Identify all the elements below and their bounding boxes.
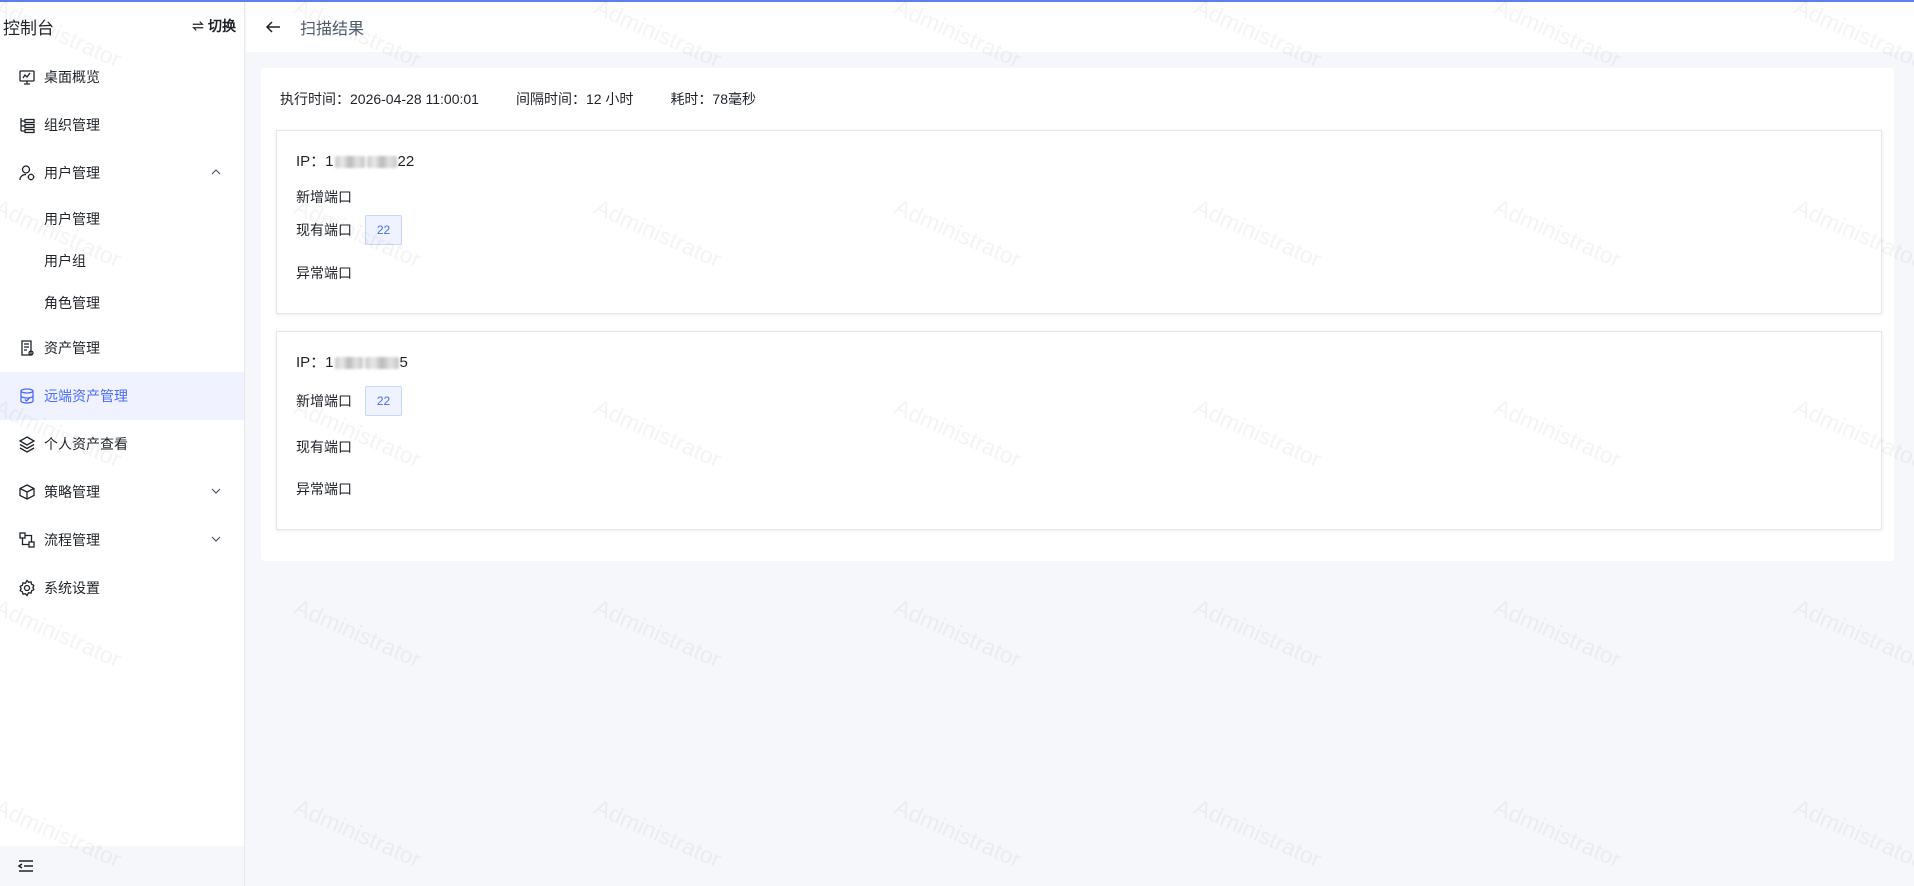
- new-ports-row: 新增端口 22: [296, 386, 402, 416]
- sidebar-item-asset-management[interactable]: 资产管理: [0, 324, 244, 372]
- abnormal-ports-row: 异常端口: [296, 479, 352, 499]
- redacted-ip: [364, 357, 399, 370]
- cube-icon: [17, 483, 36, 502]
- new-ports-row: 新增端口: [296, 187, 352, 207]
- monitor-icon: [17, 68, 36, 87]
- sidebar-item-label: 远端资产管理: [44, 388, 128, 404]
- page-title: 扫描结果: [300, 21, 365, 38]
- sidebar-item-personal-assets[interactable]: 个人资产查看: [0, 420, 244, 468]
- host-ip: IP：1 22: [296, 150, 414, 171]
- abnormal-ports-row: 异常端口: [296, 263, 352, 283]
- sidebar-item-label: 组织管理: [44, 117, 100, 133]
- watermark-text: Administrator: [1490, 593, 1626, 673]
- existing-ports-row: 现有端口 22: [296, 215, 402, 245]
- sidebar-subitem-user-management[interactable]: 用户管理: [0, 198, 244, 240]
- watermark-text: Administrator: [1190, 793, 1326, 873]
- sidebar-item-remote-asset-management[interactable]: 远端资产管理: [0, 372, 244, 420]
- redacted-ip: [334, 156, 365, 169]
- sidebar-footer: [0, 846, 244, 886]
- switch-label: 切换: [208, 18, 236, 34]
- sidebar-item-user-management[interactable]: 用户管理: [0, 149, 244, 197]
- sidebar-item-system-settings[interactable]: 系统设置: [0, 564, 244, 612]
- redacted-ip: [334, 357, 363, 370]
- switch-arrows-icon: [192, 21, 204, 31]
- back-arrow-icon[interactable]: [264, 18, 282, 36]
- sidebar-subitem-label: 用户组: [44, 253, 86, 269]
- interval-time: 间隔时间：12 小时: [515, 91, 634, 107]
- watermark-text: Administrator: [1190, 593, 1326, 673]
- asset-doc-icon: [17, 339, 36, 358]
- page-header: 扫描结果: [246, 2, 1914, 52]
- existing-ports-label: 现有端口: [296, 439, 352, 455]
- chevron-down-icon: [211, 488, 221, 494]
- existing-ports-label: 现有端口: [296, 222, 352, 238]
- watermark-text: Administrator: [1790, 793, 1914, 873]
- redacted-ip: [366, 156, 397, 169]
- sidebar-item-policy-management[interactable]: 策略管理: [0, 468, 244, 516]
- ip-suffix: 5: [399, 354, 408, 371]
- watermark-text: Administrator: [590, 593, 726, 673]
- chevron-up-icon: [211, 169, 221, 175]
- port-tag: 22: [365, 215, 402, 245]
- sidebar-item-label: 系统设置: [44, 580, 100, 596]
- existing-ports-row: 现有端口: [296, 437, 352, 457]
- host-ip: IP：1 5: [296, 351, 408, 372]
- sidebar: 控制台 切换 桌面概览 组织管理 用户管理 用户管理 用户组 角色管理 资产管理…: [0, 2, 245, 886]
- sidebar-item-label: 个人资产查看: [44, 436, 128, 452]
- ip-suffix: 22: [397, 153, 415, 170]
- abnormal-ports-label: 异常端口: [296, 265, 352, 281]
- host-card: IP：1 5 新增端口 22 现有端口 异常端口: [276, 331, 1882, 530]
- layers-icon: [17, 435, 36, 454]
- watermark-text: Administrator: [290, 793, 426, 873]
- top-accent-line: [0, 0, 1914, 2]
- watermark-text: Administrator: [890, 593, 1026, 673]
- duration: 耗时：78毫秒: [670, 91, 757, 107]
- scan-summary: 执行时间：2026-04-28 11:00:01 间隔时间：12 小时 耗时：7…: [280, 89, 756, 109]
- sidebar-subitem-user-group[interactable]: 用户组: [0, 240, 244, 282]
- user-settings-icon: [17, 164, 36, 183]
- console-title: 控制台: [3, 18, 54, 38]
- sidebar-header: 控制台 切换: [0, 2, 244, 50]
- exec-time: 执行时间：2026-04-28 11:00:01: [280, 91, 479, 107]
- chevron-down-icon: [211, 536, 221, 542]
- sidebar-item-label: 流程管理: [44, 532, 100, 548]
- sidebar-subitem-label: 角色管理: [44, 295, 100, 311]
- new-ports-label: 新增端口: [296, 189, 352, 205]
- abnormal-ports-label: 异常端口: [296, 481, 352, 497]
- sidebar-item-label: 用户管理: [44, 165, 100, 181]
- sidebar-item-process-management[interactable]: 流程管理: [0, 516, 244, 564]
- sidebar-item-label: 资产管理: [44, 340, 100, 356]
- watermark-text: Administrator: [1490, 793, 1626, 873]
- sidebar-subitem-role-management[interactable]: 角色管理: [0, 282, 244, 324]
- sidebar-item-org-management[interactable]: 组织管理: [0, 101, 244, 149]
- ip-prefix: IP：1: [296, 153, 334, 170]
- watermark-text: Administrator: [890, 793, 1026, 873]
- switch-button[interactable]: 切换: [191, 16, 236, 36]
- sidebar-item-desktop-overview[interactable]: 桌面概览: [0, 53, 244, 101]
- port-tag: 22: [365, 386, 402, 416]
- sidebar-item-label: 策略管理: [44, 484, 100, 500]
- new-ports-label: 新增端口: [296, 393, 352, 409]
- host-card: IP：1 22 新增端口 现有端口 22 异常端口: [276, 130, 1882, 314]
- collapse-menu-icon[interactable]: [17, 857, 35, 875]
- sidebar-item-label: 桌面概览: [44, 69, 100, 85]
- gear-icon: [17, 579, 36, 598]
- scan-result-panel: 执行时间：2026-04-28 11:00:01 间隔时间：12 小时 耗时：7…: [261, 68, 1894, 561]
- watermark-text: Administrator: [1790, 593, 1914, 673]
- watermark-text: Administrator: [590, 793, 726, 873]
- ip-prefix: IP：1: [296, 354, 334, 371]
- org-tree-icon: [17, 116, 36, 135]
- flow-icon: [17, 531, 36, 550]
- watermark-text: Administrator: [290, 593, 426, 673]
- sidebar-subitem-label: 用户管理: [44, 211, 100, 227]
- database-icon: [17, 387, 36, 406]
